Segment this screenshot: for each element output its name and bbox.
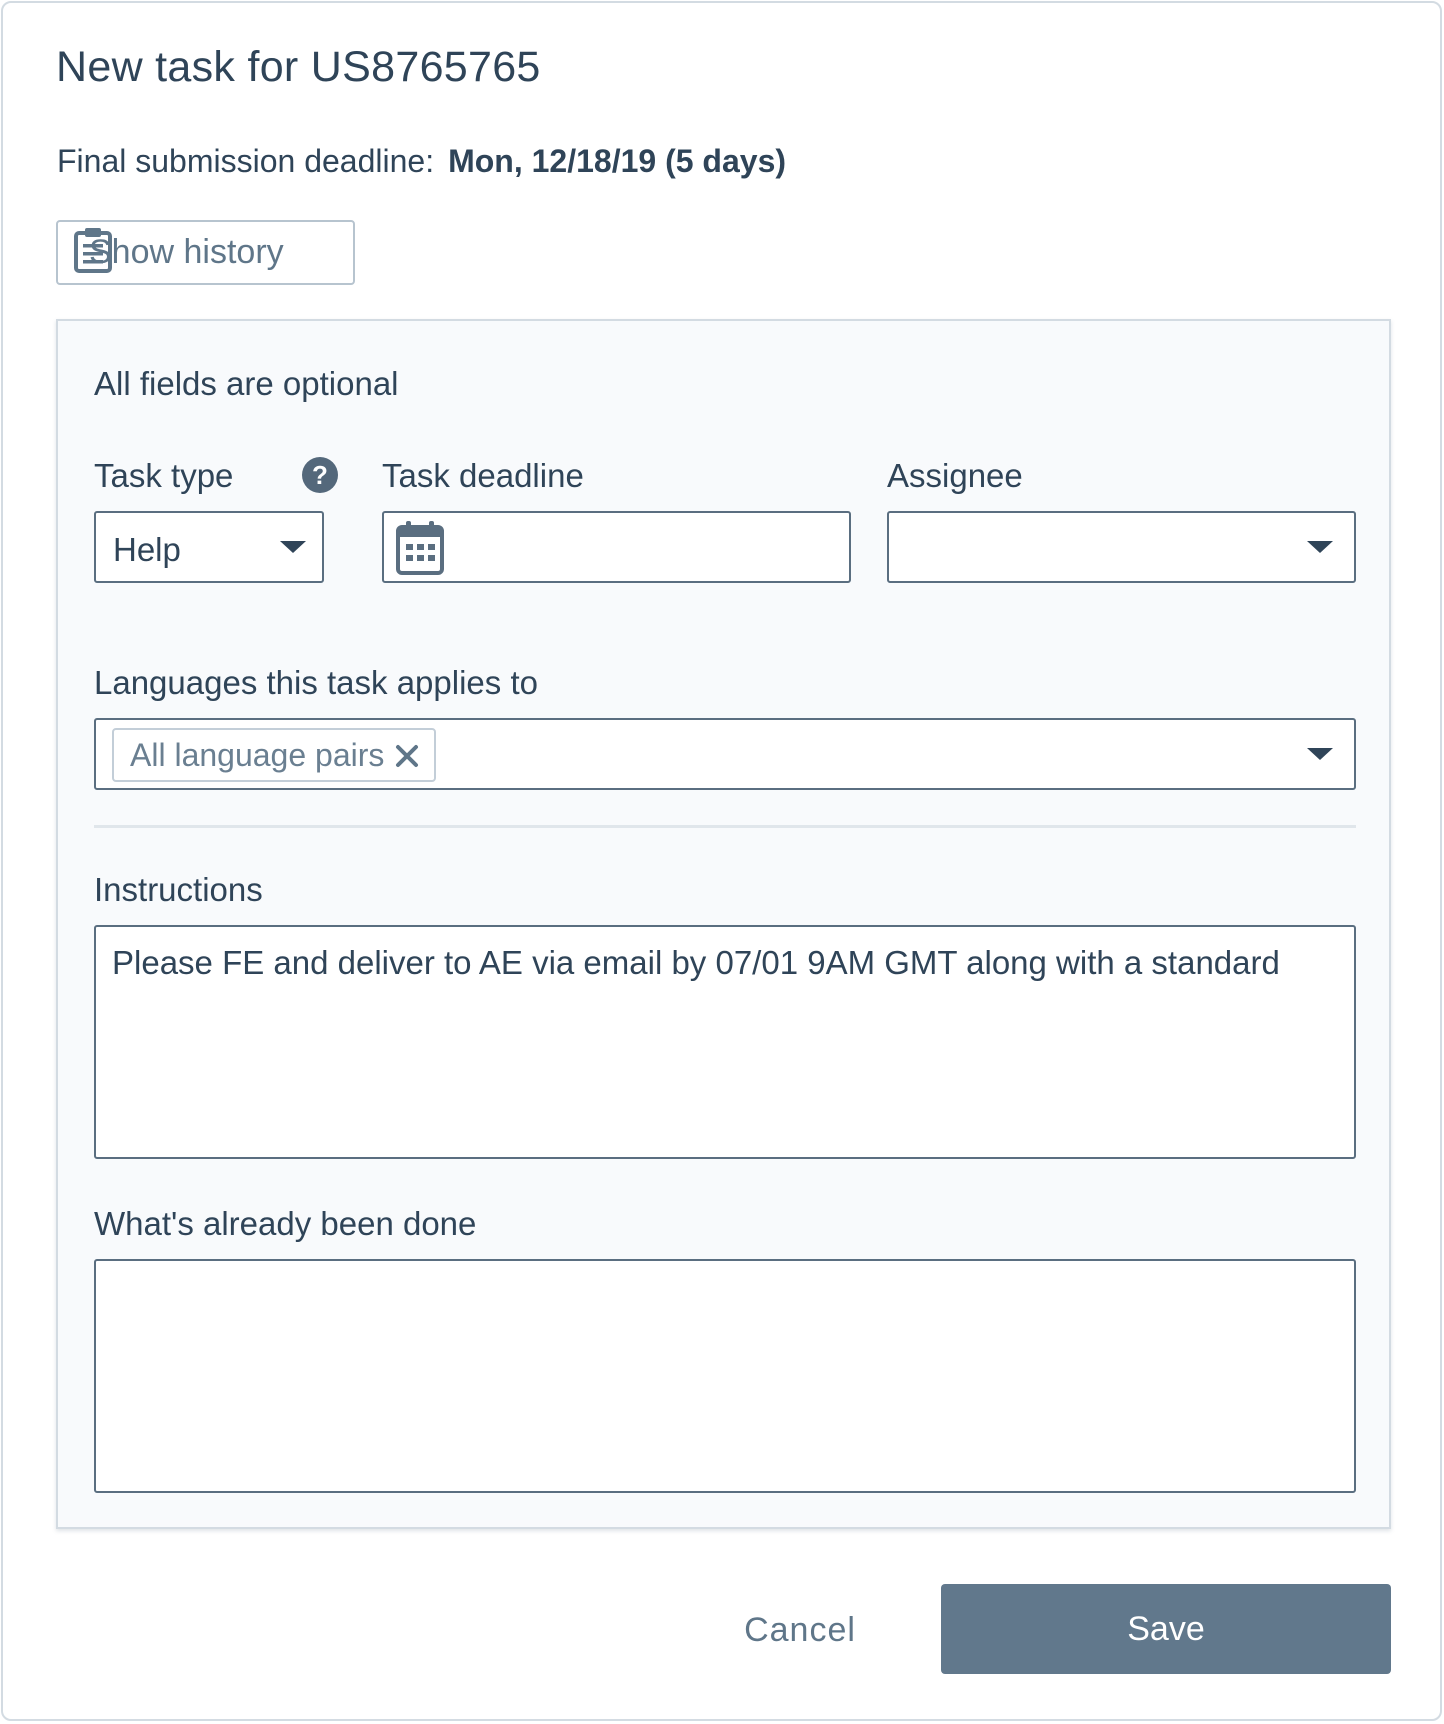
task-type-value: Help [113, 531, 181, 568]
show-history-button[interactable]: Show history [56, 220, 355, 285]
question-circle-icon[interactable]: ? [302, 457, 338, 493]
caret-down-icon [1307, 541, 1333, 553]
caret-down-icon [1307, 748, 1333, 760]
languages-multiselect[interactable]: All language pairs [94, 718, 1356, 790]
languages-label: Languages this task applies to [94, 664, 538, 701]
language-chip-label: All language pairs [130, 736, 385, 773]
done-textarea[interactable] [94, 1259, 1356, 1493]
section-divider [94, 825, 1356, 828]
done-label: What's already been done [94, 1205, 477, 1242]
task-type-label: Task type [94, 457, 234, 494]
new-task-dialog: New task for US8765765 Final submission … [1, 1, 1442, 1721]
final-deadline-label: Final submission deadline: [57, 143, 435, 179]
form-subtitle: All fields are optional [94, 365, 399, 402]
final-deadline: Final submission deadline: Mon, 12/18/19 … [57, 143, 786, 180]
task-form-panel: All fields are optional Task type ? Help… [56, 319, 1391, 1529]
dialog-title: New task for US8765765 [56, 43, 541, 91]
assignee-label: Assignee [887, 457, 1023, 494]
assignee-select[interactable] [887, 511, 1356, 583]
caret-down-icon [280, 541, 306, 553]
task-deadline-input[interactable] [382, 511, 851, 583]
close-icon[interactable] [392, 741, 422, 771]
cancel-button[interactable]: Cancel [709, 1585, 891, 1675]
instructions-textarea[interactable]: Please FE and deliver to AE via email by… [94, 925, 1356, 1159]
language-chip: All language pairs [112, 728, 436, 782]
calendar-icon[interactable] [396, 519, 444, 582]
final-deadline-value: Mon, 12/18/19 (5 days) [448, 143, 787, 179]
task-deadline-label: Task deadline [382, 457, 584, 494]
show-history-label: Show history [89, 233, 284, 271]
save-button[interactable]: Save [941, 1584, 1391, 1674]
task-type-select[interactable]: Help [94, 511, 324, 583]
instructions-label: Instructions [94, 871, 263, 908]
